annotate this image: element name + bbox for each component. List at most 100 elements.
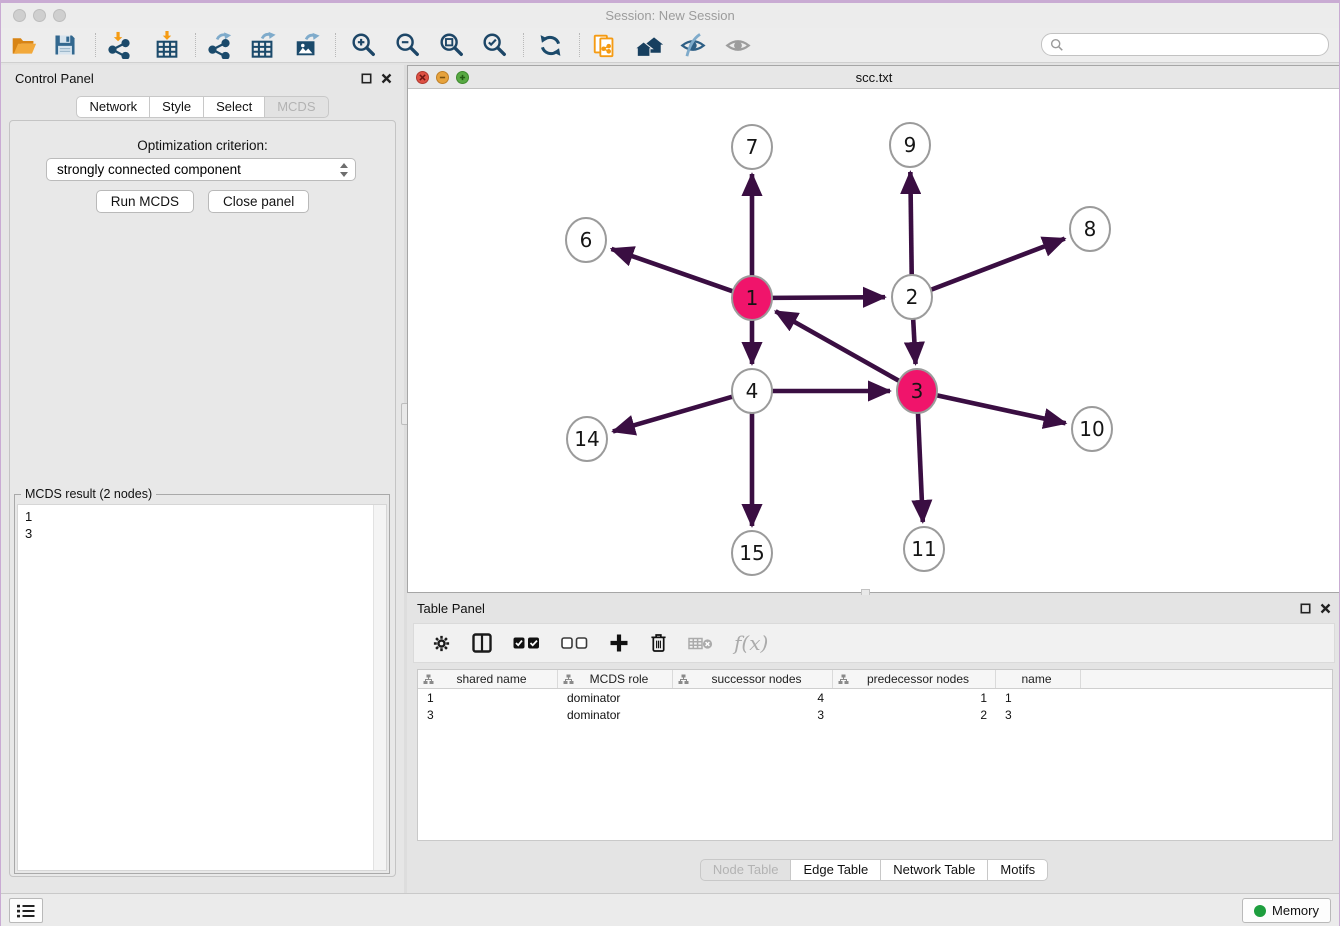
table-header: shared name MCDS role successor nodes pr…: [418, 670, 1332, 689]
control-panel: Control Panel Network Style Select MCDS …: [1, 65, 404, 893]
import-table-icon[interactable]: [152, 30, 182, 60]
cell-successor-nodes[interactable]: 4: [673, 691, 833, 705]
graph-edge-3-11[interactable]: [918, 411, 923, 522]
graph-edge-1-2[interactable]: [772, 297, 885, 298]
select-all-columns-icon[interactable]: [513, 637, 540, 649]
zoom-selected-icon[interactable]: [479, 30, 509, 60]
tab-style[interactable]: Style: [150, 96, 204, 118]
column-header-shared-name[interactable]: shared name: [418, 670, 558, 688]
cell-shared-name[interactable]: 3: [418, 708, 558, 722]
table-row[interactable]: 1 dominator 4 1 1: [418, 689, 1332, 706]
control-panel-title: Control Panel: [15, 71, 94, 86]
tab-edge-table[interactable]: Edge Table: [791, 859, 881, 881]
show-selected-icon[interactable]: [723, 30, 753, 60]
graph-edge-3-10[interactable]: [937, 395, 1066, 423]
apply-layout-icon[interactable]: [535, 30, 565, 60]
network-canvas[interactable]: 1234678910111415: [408, 89, 1340, 592]
clone-network-icon[interactable]: [590, 30, 620, 60]
graph-node-label-9: 9: [904, 133, 917, 157]
export-table-icon[interactable]: [248, 30, 278, 60]
show-all-networks-icon[interactable]: [634, 30, 664, 60]
optimization-value: strongly connected component: [57, 162, 339, 177]
run-mcds-button[interactable]: Run MCDS: [96, 190, 194, 213]
memory-status-icon: [1254, 905, 1266, 917]
task-history-button[interactable]: [9, 898, 43, 923]
memory-label: Memory: [1272, 903, 1319, 918]
column-header-successor-nodes[interactable]: successor nodes: [673, 670, 833, 688]
tab-mcds[interactable]: MCDS: [265, 96, 328, 118]
graph-node-label-8: 8: [1084, 217, 1097, 241]
graph-node-label-10: 10: [1079, 417, 1104, 441]
network-title: scc.txt: [408, 70, 1340, 85]
cell-name[interactable]: 3: [996, 708, 1081, 722]
column-header-name[interactable]: name: [996, 670, 1081, 688]
graph-node-label-2: 2: [906, 285, 919, 309]
column-header-predecessor-nodes[interactable]: predecessor nodes: [833, 670, 996, 688]
memory-button[interactable]: Memory: [1242, 898, 1331, 923]
float-panel-icon[interactable]: [360, 72, 372, 84]
float-table-panel-icon[interactable]: [1299, 602, 1311, 614]
import-network-icon[interactable]: [104, 30, 134, 60]
graph-edge-2-8[interactable]: [931, 239, 1065, 290]
graph-edge-1-6[interactable]: [611, 249, 733, 291]
close-table-panel-icon[interactable]: [1319, 602, 1331, 614]
result-scrollbar[interactable]: [373, 505, 386, 870]
zoom-fit-icon[interactable]: [436, 30, 466, 60]
node-table[interactable]: shared name MCDS role successor nodes pr…: [417, 669, 1333, 841]
table-options-icon[interactable]: [432, 634, 451, 653]
table-panel-title: Table Panel: [417, 601, 485, 616]
table-tabs: Node Table Edge Table Network Table Moti…: [407, 859, 1340, 881]
tab-network[interactable]: Network: [76, 96, 150, 118]
graph-edge-2-3[interactable]: [913, 317, 916, 364]
unselect-all-columns-icon[interactable]: [561, 637, 588, 649]
delete-row-icon[interactable]: [650, 633, 667, 653]
cell-predecessor-nodes[interactable]: 1: [833, 691, 996, 705]
cell-name[interactable]: 1: [996, 691, 1081, 705]
tab-network-table[interactable]: Network Table: [881, 859, 988, 881]
tab-motifs[interactable]: Motifs: [988, 859, 1048, 881]
close-panel-button[interactable]: Close panel: [208, 190, 309, 213]
main-titlebar: Session: New Session: [1, 3, 1339, 28]
cell-predecessor-nodes[interactable]: 2: [833, 708, 996, 722]
show-columns-icon[interactable]: [472, 633, 492, 653]
mcds-result-line: 3: [25, 525, 386, 542]
cell-mcds-role[interactable]: dominator: [558, 691, 673, 705]
graph-node-label-7: 7: [746, 135, 759, 159]
control-panel-tabs: Network Style Select MCDS: [1, 96, 404, 118]
graph-edge-4-14[interactable]: [613, 397, 733, 432]
mcds-result-line: 1: [25, 508, 386, 525]
network-window-titlebar[interactable]: scc.txt: [408, 66, 1340, 89]
zoom-in-icon[interactable]: [348, 30, 378, 60]
graph-edge-3-1[interactable]: [776, 311, 900, 381]
graph-node-label-15: 15: [739, 541, 764, 565]
list-icon: [16, 903, 36, 919]
search-input[interactable]: [1041, 33, 1329, 56]
close-panel-icon[interactable]: [380, 72, 392, 84]
toolbar-separator: [195, 33, 196, 57]
cell-mcds-role[interactable]: dominator: [558, 708, 673, 722]
mcds-panel-frame: Optimization criterion: strongly connect…: [9, 120, 396, 877]
cell-successor-nodes[interactable]: 3: [673, 708, 833, 722]
column-header-mcds-role[interactable]: MCDS role: [558, 670, 673, 688]
open-session-icon[interactable]: [8, 30, 38, 60]
optimization-select[interactable]: strongly connected component: [46, 158, 356, 181]
hierarchy-icon: [423, 674, 434, 685]
cell-shared-name[interactable]: 1: [418, 691, 558, 705]
graph-node-label-6: 6: [580, 228, 593, 252]
add-row-icon[interactable]: [609, 633, 629, 653]
graph-node-label-14: 14: [574, 427, 599, 451]
tab-node-table[interactable]: Node Table: [700, 859, 792, 881]
save-session-icon[interactable]: [50, 30, 80, 60]
mcds-result-textarea[interactable]: 1 3: [17, 504, 387, 871]
hide-selected-icon[interactable]: [678, 30, 708, 60]
toolbar-separator: [523, 33, 524, 57]
session-title: Session: New Session: [1, 8, 1339, 23]
tab-select[interactable]: Select: [204, 96, 265, 118]
table-row[interactable]: 3 dominator 3 2 3: [418, 706, 1332, 723]
export-image-icon[interactable]: [292, 30, 322, 60]
graph-edge-2-9[interactable]: [910, 172, 911, 277]
zoom-out-icon[interactable]: [392, 30, 422, 60]
hierarchy-icon: [678, 674, 689, 685]
export-network-icon[interactable]: [204, 30, 234, 60]
graph-node-label-4: 4: [746, 379, 759, 403]
